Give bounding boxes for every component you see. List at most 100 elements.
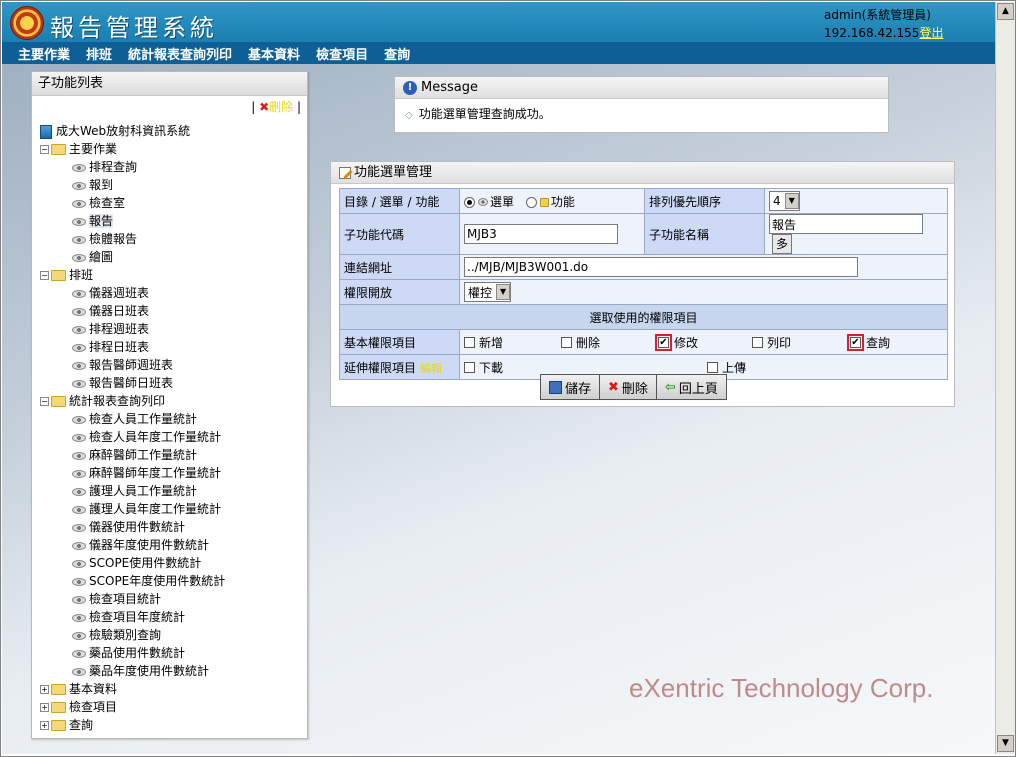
tree-leaf[interactable]: 報告醫師日班表 (38, 374, 306, 392)
ext-edit-link[interactable]: 編輯 (420, 362, 442, 375)
name-input[interactable] (769, 214, 923, 234)
perm-delete-checkbox[interactable] (561, 336, 572, 348)
bullet-icon: ◇ (405, 110, 413, 121)
leaf-icon (72, 199, 86, 208)
tree-delete-button[interactable]: | ✖刪除 | (251, 98, 301, 115)
tree-leaf[interactable]: 儀器使用件數統計 (38, 518, 306, 536)
user-info: admin(系統管理員) 192.168.42.155登出 (824, 6, 943, 42)
type-menu-radio[interactable] (464, 196, 475, 208)
tree-group[interactable]: − 主要作業 (38, 140, 306, 158)
perm-query-label: 查詢 (866, 335, 891, 350)
order-select[interactable]: 4 ▼ (769, 191, 800, 211)
leaf-icon (72, 469, 86, 478)
tree-leaf[interactable]: 護理人員年度工作量統計 (38, 500, 306, 518)
collapse-toggle-icon[interactable]: − (40, 271, 49, 280)
message-header: ! Message (395, 77, 888, 99)
leaf-icon (72, 451, 86, 460)
tree-leaf[interactable]: 繪圖 (38, 248, 306, 266)
access-cell: 權控 ▼ (459, 279, 948, 305)
perm-upload-checkbox[interactable] (707, 361, 718, 373)
tree-leaf[interactable]: 麻醉醫師年度工作量統計 (38, 464, 306, 482)
tree-leaf[interactable]: 護理人員工作量統計 (38, 482, 306, 500)
perm-upload-label: 上傳 (722, 360, 747, 375)
tree-group-collapsed[interactable]: + 查詢 (38, 716, 306, 734)
perm-add-checkbox[interactable] (464, 336, 475, 348)
tree-group-collapsed[interactable]: + 基本資料 (38, 680, 306, 698)
tree-leaf[interactable]: 報告醫師週班表 (38, 356, 306, 374)
save-button[interactable]: 儲存 (540, 374, 601, 400)
perm-print-checkbox[interactable] (752, 336, 763, 348)
tree-leaf-label: 檢查項目年度統計 (89, 610, 186, 624)
tree-leaf[interactable]: 儀器日班表 (38, 302, 306, 320)
tree-leaf[interactable]: 檢查項目年度統計 (38, 608, 306, 626)
perm-modify-checkbox[interactable]: ✔ (658, 336, 669, 348)
menu-main-operations[interactable]: 主要作業 (18, 44, 70, 63)
leaf-icon (72, 541, 86, 550)
tree-leaf[interactable]: 排程查詢 (38, 158, 306, 176)
basic-permission-cell: 新增 刪除 ✔ 修改 列印 ✔ 查詢 (459, 329, 948, 355)
vertical-scrollbar[interactable]: ▲ ▼ (995, 2, 1015, 754)
tree-leaf[interactable]: 檢查項目統計 (38, 590, 306, 608)
logout-link[interactable]: 登出 (919, 26, 943, 40)
type-function-radio[interactable] (525, 196, 537, 208)
menu-exam-items[interactable]: 檢查項目 (316, 44, 368, 63)
tree-group-label: 檢查項目 (69, 700, 118, 714)
scroll-up-icon[interactable]: ▲ (997, 3, 1014, 20)
tree-group-collapsed[interactable]: + 檢查項目 (38, 698, 306, 716)
chevron-down-icon: ▼ (496, 284, 511, 300)
expand-toggle-icon[interactable]: + (40, 721, 49, 730)
tree-leaf[interactable]: 排程週班表 (38, 320, 306, 338)
tree-leaf[interactable]: 排程日班表 (38, 338, 306, 356)
url-input[interactable] (464, 257, 858, 277)
name-cell: 多 (764, 213, 948, 255)
leaf-icon (72, 577, 86, 586)
tree-leaf[interactable]: 麻醉醫師工作量統計 (38, 446, 306, 464)
perm-download-checkbox[interactable] (464, 361, 475, 373)
expand-toggle-icon[interactable]: + (40, 703, 49, 712)
tree-leaf[interactable]: 藥品使用件數統計 (38, 644, 306, 662)
tree-root[interactable]: 成大Web放射科資訊系統 (38, 122, 306, 140)
message-box: ! Message ◇ 功能選單管理查詢成功。 (394, 76, 889, 133)
menu-query[interactable]: 查詢 (384, 44, 410, 63)
tree-group[interactable]: − 統計報表查詢列印 (38, 392, 306, 410)
tree-leaf-label: 檢查室 (89, 196, 126, 210)
tree-leaf[interactable]: 檢體報告 (38, 230, 306, 248)
tree-leaf[interactable]: 儀器週班表 (38, 284, 306, 302)
scroll-down-icon[interactable]: ▼ (997, 735, 1014, 752)
delete-button[interactable]: ✖ 刪除 (600, 374, 657, 400)
leaf-icon (72, 325, 86, 334)
collapse-toggle-icon[interactable]: − (40, 145, 49, 154)
name-label: 子功能名稱 (644, 213, 765, 255)
perm-query-checkbox[interactable]: ✔ (850, 336, 861, 348)
tree-leaf[interactable]: 檢查人員年度工作量統計 (38, 428, 306, 446)
tree-leaf-label: 排程查詢 (89, 160, 138, 174)
menu-schedule[interactable]: 排班 (86, 44, 112, 63)
panel-title: 子功能列表 (32, 72, 307, 96)
tree-group-label: 統計報表查詢列印 (69, 394, 166, 408)
tree-leaf-label: 檢查人員工作量統計 (89, 412, 198, 426)
tree-leaf[interactable]: 儀器年度使用件數統計 (38, 536, 306, 554)
menu-basic-data[interactable]: 基本資料 (248, 44, 300, 63)
tree-leaf[interactable]: 報到 (38, 176, 306, 194)
expand-toggle-icon[interactable]: + (40, 685, 49, 694)
collapse-toggle-icon[interactable]: − (40, 397, 49, 406)
tree-group[interactable]: − 排班 (38, 266, 306, 284)
function-icon (539, 197, 549, 207)
access-label: 權限開放 (339, 279, 460, 305)
folder-icon (51, 702, 66, 713)
type-radio-group: 選單 功能 (459, 188, 645, 214)
tree-leaf[interactable]: 藥品年度使用件數統計 (38, 662, 306, 680)
back-button[interactable]: ⇦ 回上頁 (656, 374, 727, 400)
menu-reports-print[interactable]: 統計報表查詢列印 (128, 44, 232, 63)
tree-leaf-selected[interactable]: 報告 (38, 212, 306, 230)
tree-leaf[interactable]: SCOPE年度使用件數統計 (38, 572, 306, 590)
code-input[interactable] (464, 224, 618, 244)
tree-leaf[interactable]: 檢查人員工作量統計 (38, 410, 306, 428)
multilang-button[interactable]: 多 (772, 234, 792, 254)
tree-leaf[interactable]: 檢驗類別查詢 (38, 626, 306, 644)
tree-leaf[interactable]: 檢查室 (38, 194, 306, 212)
back-arrow-icon: ⇦ (664, 379, 676, 395)
type-function-label: 功能 (550, 194, 575, 209)
access-select[interactable]: 權控 ▼ (464, 282, 512, 302)
tree-leaf[interactable]: SCOPE使用件數統計 (38, 554, 306, 572)
